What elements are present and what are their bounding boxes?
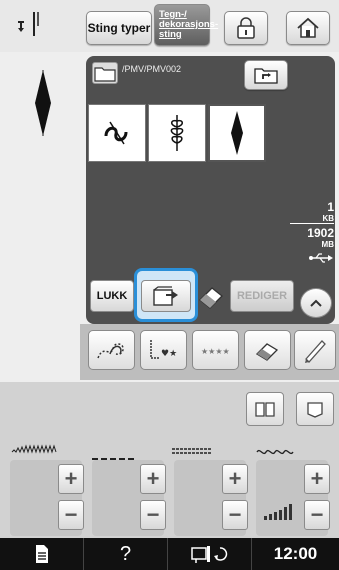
parent-folder-button[interactable] xyxy=(244,60,288,90)
memory-info: 1 KB 1902 MB xyxy=(290,200,334,269)
decor-label-line-3: sting xyxy=(159,29,182,40)
settings-button[interactable] xyxy=(168,538,252,570)
manual-button[interactable] xyxy=(0,538,84,570)
tension-plus-button[interactable]: + xyxy=(304,464,330,494)
book-icon xyxy=(255,402,275,417)
pattern-diamond-icon xyxy=(231,111,243,155)
book-view-button[interactable] xyxy=(246,392,284,426)
open-file-button[interactable] xyxy=(141,280,191,312)
width-plus-button[interactable]: + xyxy=(58,464,84,494)
memory-total-value: 1902 xyxy=(307,226,334,240)
home-button[interactable] xyxy=(286,11,330,45)
document-icon xyxy=(35,545,48,563)
close-button-label: LUKK xyxy=(96,290,128,302)
pocket-icon xyxy=(307,402,323,418)
tension-level-indicator xyxy=(262,498,296,522)
stitch-length-icon xyxy=(92,448,136,460)
memory-pocket-button[interactable] xyxy=(296,392,334,426)
lock-icon xyxy=(237,17,255,39)
svg-text:★★★★: ★★★★ xyxy=(201,347,230,356)
close-button[interactable]: LUKK xyxy=(90,280,134,312)
pen-tool-button[interactable] xyxy=(294,330,336,370)
density-plus-button[interactable]: + xyxy=(222,464,248,494)
pattern-leaf-icon xyxy=(170,115,184,151)
memory-tool-button[interactable] xyxy=(88,330,135,370)
clock: 12:00 xyxy=(252,538,339,570)
tension-minus-button[interactable]: − xyxy=(304,500,330,530)
help-button[interactable]: ? xyxy=(84,538,168,570)
home-icon xyxy=(297,17,319,38)
width-minus-button[interactable]: − xyxy=(58,500,84,530)
pattern-loop-icon xyxy=(104,121,128,145)
open-file-icon xyxy=(153,286,178,306)
usb-icon xyxy=(290,251,334,269)
length-minus-button[interactable]: − xyxy=(140,500,166,530)
settings-machine-icon xyxy=(190,546,227,563)
eraser-tool-button[interactable] xyxy=(244,330,291,370)
folder-up-icon xyxy=(254,68,278,84)
edit-button-disabled[interactable]: REDIGER xyxy=(230,280,294,312)
pattern-thumbnail-3-selected[interactable] xyxy=(208,104,266,162)
folder-path: /PMV/PMV002 xyxy=(122,64,182,74)
eraser-icon xyxy=(255,343,278,361)
decorative-stitch-button[interactable]: Tegn-/ dekorasjons- sting xyxy=(154,4,218,46)
help-label: ? xyxy=(119,542,132,565)
memory-total-unit: MB xyxy=(321,240,334,249)
stars-tool-button[interactable]: ★★★★ xyxy=(192,330,239,370)
lock-screen-button[interactable] xyxy=(224,11,268,45)
length-plus-button[interactable]: + xyxy=(140,464,166,494)
memory-used-value: 1 xyxy=(327,200,334,214)
stitch-density-icon xyxy=(172,444,212,454)
edit-button-label: REDIGER xyxy=(236,290,288,302)
stitch-loop-icon xyxy=(96,343,124,359)
thread-tension-icon xyxy=(256,444,298,455)
delete-eraser-icon[interactable] xyxy=(196,282,228,310)
stitch-types-button[interactable]: Sting typer xyxy=(86,11,152,45)
stitch-types-label: Sting typer xyxy=(87,21,151,35)
stitch-preview-icon xyxy=(34,70,52,136)
collapse-button[interactable] xyxy=(300,288,332,318)
folder-icon xyxy=(92,62,118,84)
chevron-up-icon xyxy=(310,299,322,307)
density-minus-button[interactable]: − xyxy=(222,500,248,530)
needle-position-icon xyxy=(14,12,50,42)
clock-time: 12:00 xyxy=(273,544,318,563)
pattern-stars-icon: ♥★ xyxy=(149,340,177,359)
stars-row-icon: ★★★★ xyxy=(201,347,230,356)
pattern-thumbnail-1[interactable] xyxy=(88,104,146,162)
memory-used-unit: KB xyxy=(290,214,334,224)
status-bar: ? 12:00 xyxy=(0,538,339,570)
pattern-thumbnail-2[interactable] xyxy=(148,104,206,162)
pattern-stars-tool-button[interactable]: ♥★ xyxy=(140,330,187,370)
stitch-width-icon xyxy=(10,443,60,455)
svg-text:♥★: ♥★ xyxy=(161,349,177,359)
pen-icon xyxy=(305,340,326,363)
